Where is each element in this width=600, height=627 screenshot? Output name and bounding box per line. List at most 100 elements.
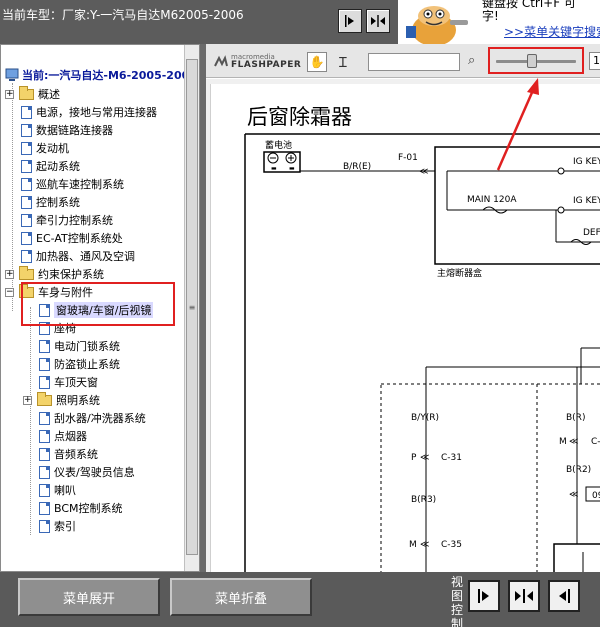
page-number-field[interactable]: 1	[589, 52, 600, 70]
arrow-left-icon	[559, 589, 570, 603]
connector-m-marker-2: M	[559, 437, 567, 447]
tree-item-bcm[interactable]: BCM控制系统	[39, 499, 123, 517]
arrow-right-icon	[478, 589, 489, 603]
connector-c-right-label: C-	[591, 437, 600, 447]
document-icon	[21, 159, 32, 173]
document-icon	[21, 177, 32, 191]
tree-item-door-lock[interactable]: 电动门锁系统	[39, 337, 120, 355]
tree-item-overview[interactable]: + 概述	[5, 85, 60, 103]
tree-item-power-ground[interactable]: 电源，接地与常用连接器	[21, 103, 157, 121]
tree-item-traction[interactable]: 牵引力控制系统	[21, 211, 113, 229]
scrollbar-thumb[interactable]: ≡	[186, 59, 198, 555]
document-icon	[21, 105, 32, 119]
search-input[interactable]	[368, 53, 460, 71]
expand-plus-icon[interactable]: +	[5, 89, 14, 99]
tree-item-label: 巡航车速控制系统	[36, 178, 124, 191]
tree-scrollbar[interactable]: ≡	[184, 45, 199, 571]
tree-item-lighting[interactable]: + 照明系统	[23, 391, 100, 409]
menu-expand-button[interactable]: 菜单展开	[18, 578, 160, 616]
keyword-search-link[interactable]: >>菜单关键字搜索	[504, 26, 600, 39]
document-icon	[21, 249, 32, 263]
tree-item-audio[interactable]: 音频系统	[39, 445, 98, 463]
tree-item-engine[interactable]: 发动机	[21, 139, 69, 157]
document-icon	[39, 483, 50, 497]
document-page: 后窗除霜器 蓄电池 ▬ ▬ B/R(E) F-01 ≪ 主熔断器盒 IG KEY…	[210, 84, 600, 572]
hand-icon: ✋	[309, 55, 325, 69]
tree-item-instrument[interactable]: 仪表/驾驶员信息	[39, 463, 135, 481]
connector-c31-label: C-31	[441, 453, 462, 463]
document-icon	[21, 231, 32, 245]
mechanic-mascot-icon	[406, 6, 468, 44]
connector-c35-label: C-35	[441, 540, 462, 550]
tree-item-control[interactable]: 控制系统	[21, 193, 80, 211]
document-page-area: 后窗除霜器 蓄电池 ▬ ▬ B/R(E) F-01 ≪ 主熔断器盒 IG KEY…	[206, 79, 600, 572]
tree-item-hvac[interactable]: 加热器、通风及空调	[21, 247, 135, 265]
folder-icon	[19, 265, 34, 280]
tree-item-cigarette-lighter[interactable]: 点烟器	[39, 427, 87, 445]
tree-item-dlc[interactable]: 数据链路连接器	[21, 121, 113, 139]
view-control-left-button[interactable]	[548, 580, 580, 612]
expand-plus-icon[interactable]: +	[23, 395, 32, 405]
wire-br-e-label: B/R(E)	[343, 162, 371, 172]
tree-root[interactable]: 当前:一汽马自达-M6-2005-2006	[5, 67, 184, 83]
tree-item-horn[interactable]: 喇叭	[39, 481, 76, 499]
split-arrows-icon	[515, 589, 533, 603]
view-right-button[interactable]	[338, 9, 362, 33]
logo-flashpaper-text: FLASHPAPER	[231, 60, 302, 70]
tree-item-starting[interactable]: 起动系统	[21, 157, 80, 175]
menu-collapse-button[interactable]: 菜单折叠	[170, 578, 312, 616]
document-icon	[39, 411, 50, 425]
tree-item-index[interactable]: 索引	[39, 517, 76, 535]
tree-item-label: 音频系统	[54, 448, 98, 461]
document-viewer: macromedia FLASHPAPER ✋ Ɪ ⌕ 1 后窗除霜器 蓄电池	[206, 44, 600, 572]
tree-item-wiper[interactable]: 刮水器/冲洗器系统	[39, 409, 146, 427]
hint-line-2: 字!	[482, 9, 499, 23]
tree-item-label: 索引	[54, 520, 76, 533]
tree-item-label: 电动门锁系统	[54, 340, 120, 353]
search-icon[interactable]: ⌕	[468, 53, 475, 68]
flashpaper-toolbar: macromedia FLASHPAPER ✋ Ɪ ⌕ 1	[206, 44, 600, 78]
wiring-diagram: 蓄电池 ▬ ▬ B/R(E) F-01 ≪ 主熔断器盒 IG KEY MAIN …	[244, 133, 600, 572]
tree-item-label: 起动系统	[36, 160, 80, 173]
menu-tree: 当前:一汽马自达-M6-2005-2006 + 概述 电源，接地与常用连接器 数…	[1, 45, 184, 571]
tree-item-cruise[interactable]: 巡航车速控制系统	[21, 175, 124, 193]
annotation-highlight-box	[21, 282, 175, 326]
defog-label: DEFO	[583, 228, 600, 238]
tree-item-sunroof[interactable]: 车顶天窗	[39, 373, 98, 391]
expand-plus-icon[interactable]: +	[5, 269, 14, 279]
connector-p-marker: P	[411, 453, 417, 463]
tree-item-label: 防盗锁止系统	[54, 358, 120, 371]
document-icon	[39, 429, 50, 443]
tree-item-label: 照明系统	[56, 394, 100, 407]
view-control-split-button[interactable]	[508, 580, 540, 612]
svg-text:≪: ≪	[569, 490, 578, 500]
svg-text:≪: ≪	[419, 167, 428, 177]
tree-item-label: 约束保护系统	[38, 268, 104, 281]
text-select-tool-icon[interactable]: Ɪ	[339, 53, 347, 72]
top-bar: 当前车型：厂家:Y-一汽马自达M62005-2006 键盘按 Ctrl+F 可	[0, 0, 600, 44]
view-control-right-button[interactable]	[468, 580, 500, 612]
tree-item-ecat[interactable]: EC-AT控制系统处	[21, 229, 123, 247]
current-car-model-label: 当前车型：厂家:Y-一汽马自达M62005-2006	[2, 8, 244, 22]
tree-item-label: 车顶天窗	[54, 376, 98, 389]
view-split-button[interactable]	[366, 9, 390, 33]
hint-panel: 键盘按 Ctrl+F 可 字! >>菜单关键字搜索	[476, 0, 600, 44]
tree-item-label: 加热器、通风及空调	[36, 250, 135, 263]
annotation-zoom-highlight-box	[488, 47, 584, 74]
defroster-module-box	[553, 543, 600, 572]
document-icon	[21, 141, 32, 155]
tree-item-immobilizer[interactable]: 防盗锁止系统	[39, 355, 120, 373]
folder-icon	[19, 85, 34, 100]
document-icon	[39, 375, 50, 389]
document-icon	[39, 447, 50, 461]
document-icon	[21, 195, 32, 209]
document-icon	[39, 519, 50, 533]
svg-text:≪: ≪	[569, 437, 578, 447]
computer-icon	[5, 68, 19, 81]
hand-tool-button[interactable]: ✋	[307, 52, 327, 72]
flashpaper-logo: macromedia FLASHPAPER	[214, 54, 301, 70]
collapse-minus-icon[interactable]: −	[5, 287, 14, 297]
tree-item-restraint[interactable]: + 约束保护系统	[5, 265, 104, 283]
wire-b-r3-label: B(R3)	[411, 495, 436, 505]
tree-item-label: 电源，接地与常用连接器	[36, 106, 157, 119]
